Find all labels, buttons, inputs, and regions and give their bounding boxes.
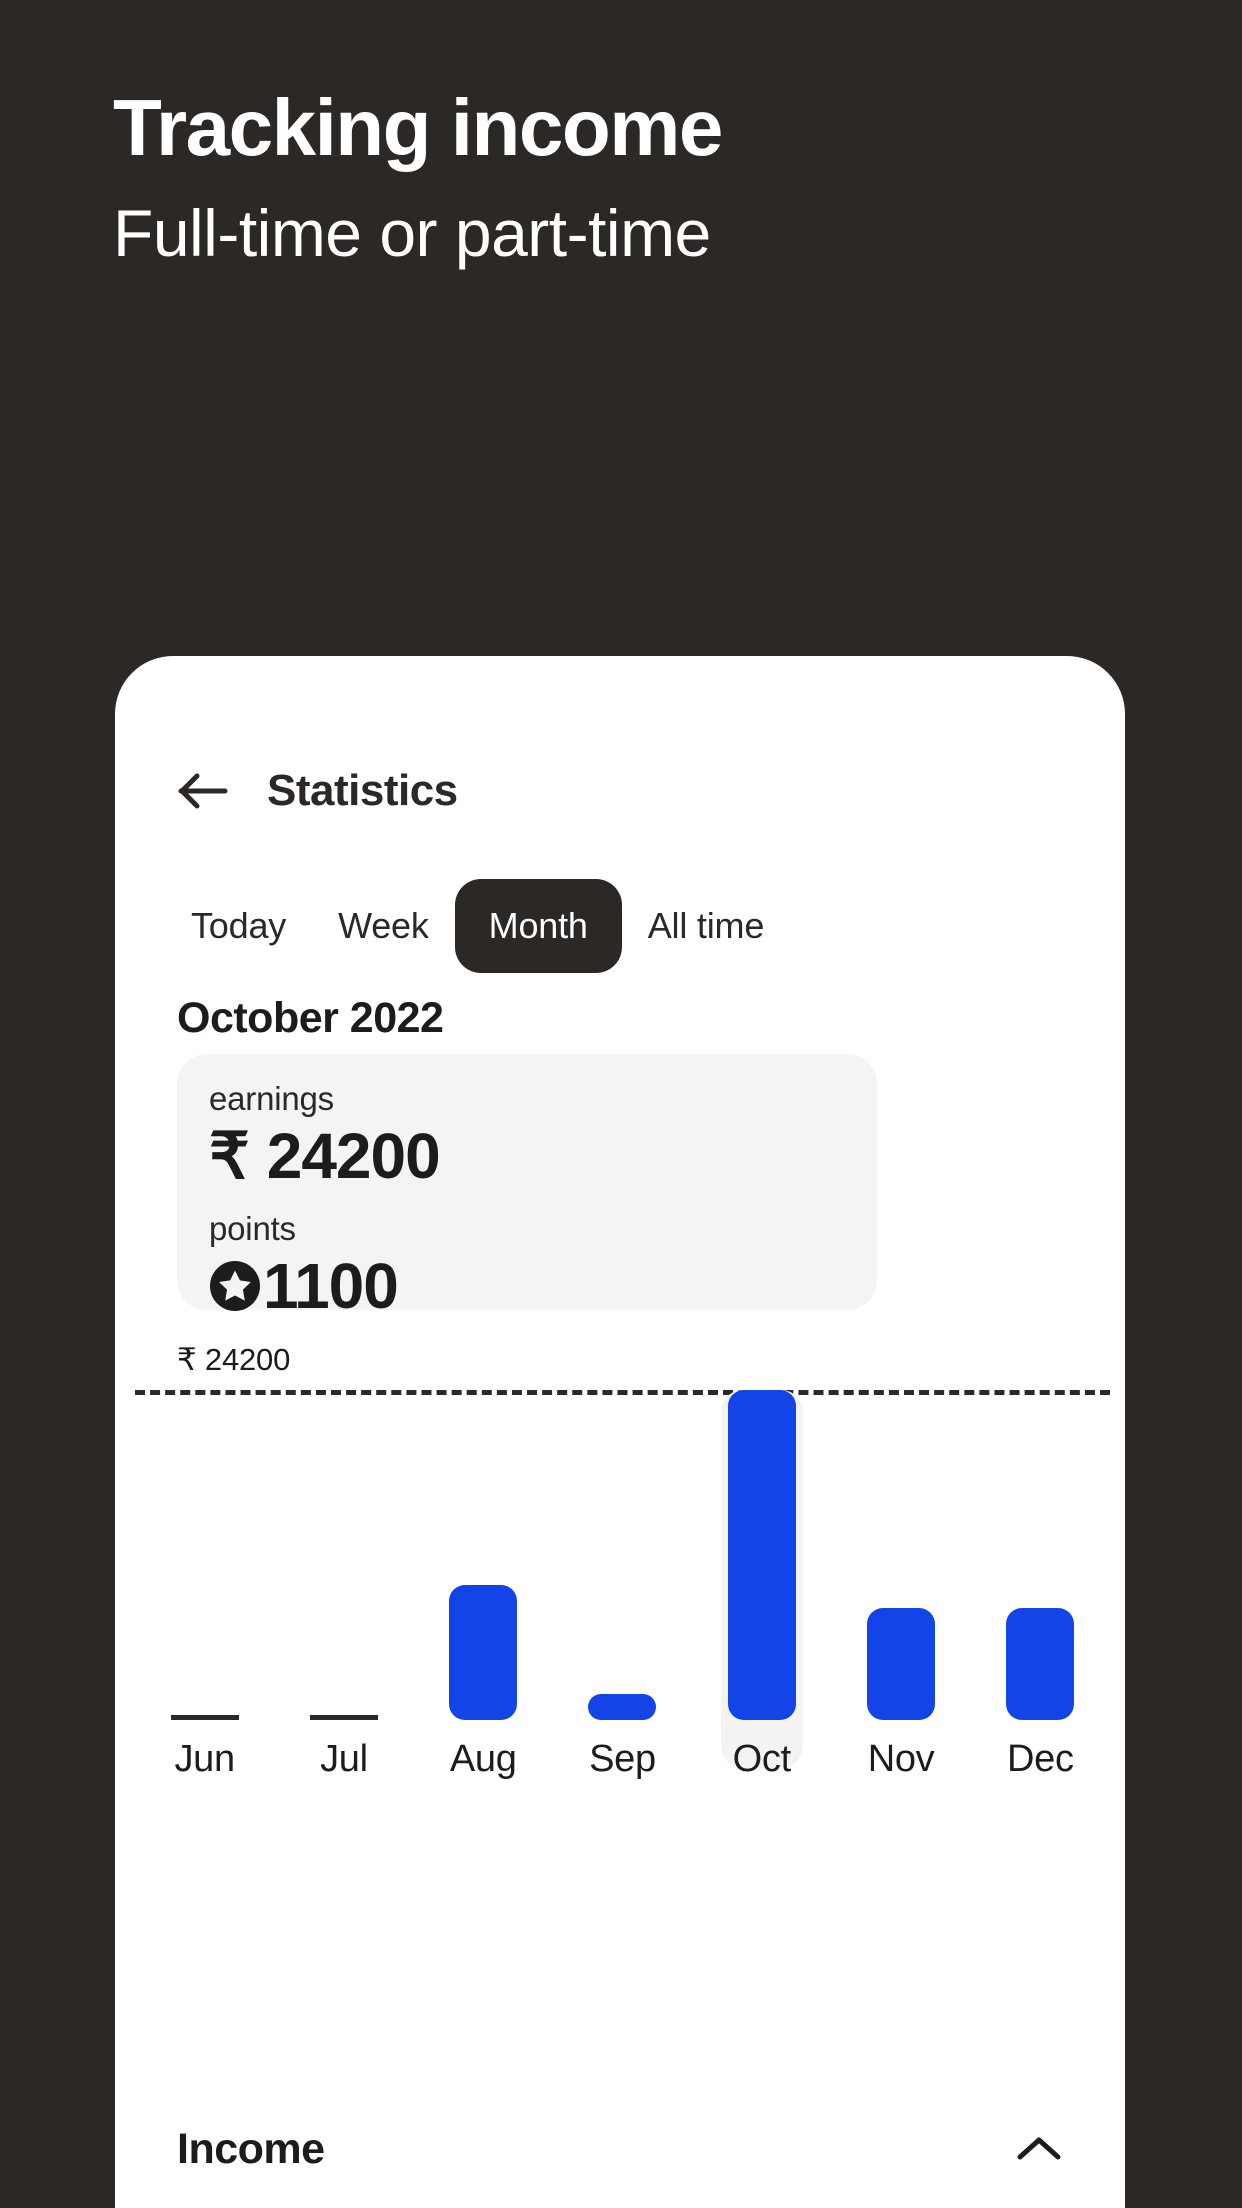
- points-label: points: [209, 1210, 296, 1247]
- points-amount: 1100: [263, 1250, 399, 1322]
- app-screen: Tracking income Full-time or part-time S…: [0, 0, 1242, 2208]
- period-tabs: Today Week Month All time: [165, 878, 865, 974]
- income-bar-chart: ₹ 24200 Jun Jul Aug Sep Oct Nov Dec: [115, 1342, 1125, 1780]
- x-label-jun: Jun: [174, 1738, 235, 1780]
- earnings-value-row: ₹ 24200: [209, 1124, 845, 1188]
- bar-nov: [867, 1608, 936, 1720]
- promo-subtitle: Full-time or part-time: [113, 196, 711, 270]
- promo-block: Tracking income Full-time or part-time: [113, 83, 1153, 270]
- bar-dec: [1006, 1608, 1075, 1720]
- period-label: October 2022: [177, 994, 444, 1042]
- rupee-icon: ₹: [209, 1120, 250, 1192]
- bar-column-jun[interactable]: [135, 1390, 274, 1720]
- chart-x-labels: Jun Jul Aug Sep Oct Nov Dec: [135, 1720, 1110, 1781]
- summary-card: earnings ₹ 24200 points 1100: [177, 1054, 877, 1318]
- x-label-sep: Sep: [589, 1738, 656, 1780]
- bar-column-nov[interactable]: [831, 1390, 970, 1720]
- income-section-row[interactable]: Income: [115, 2090, 1125, 2208]
- star-circle-icon: [209, 1260, 261, 1312]
- bar-column-oct[interactable]: [692, 1390, 831, 1720]
- arrow-left-icon[interactable]: [177, 765, 229, 817]
- bar-oct: [727, 1390, 796, 1720]
- x-label-dec: Dec: [1006, 1738, 1074, 1780]
- chevron-up-icon[interactable]: [1015, 2125, 1063, 2173]
- page-title: Statistics: [267, 766, 458, 815]
- bar-column-dec[interactable]: [971, 1390, 1110, 1720]
- x-label-nov: Nov: [867, 1738, 935, 1780]
- earnings-label: earnings: [209, 1080, 334, 1117]
- phone-mockup: Statistics Today Week Month All time Oct…: [115, 656, 1125, 2208]
- bar-column-sep[interactable]: [553, 1390, 692, 1720]
- tab-week[interactable]: Week: [312, 879, 455, 973]
- tab-all-time[interactable]: All time: [622, 879, 790, 973]
- bar-sep: [588, 1694, 657, 1720]
- bar-column-aug[interactable]: [414, 1390, 553, 1720]
- income-label: Income: [177, 2124, 325, 2173]
- tab-month[interactable]: Month: [454, 879, 622, 973]
- app-header: Statistics: [115, 756, 1125, 826]
- promo-title: Tracking income: [113, 83, 723, 172]
- chart-max-label: ₹ 24200: [177, 1342, 291, 1377]
- x-label-oct: Oct: [732, 1738, 792, 1780]
- chart-bars: [135, 1390, 1110, 1720]
- points-value-row: 1100: [209, 1254, 845, 1318]
- bar-aug: [449, 1585, 518, 1720]
- earnings-amount: 24200: [266, 1120, 441, 1192]
- bar-column-jul[interactable]: [274, 1390, 413, 1720]
- tab-today[interactable]: Today: [165, 879, 312, 973]
- x-label-jul: Jul: [320, 1738, 368, 1780]
- x-label-aug: Aug: [449, 1738, 517, 1780]
